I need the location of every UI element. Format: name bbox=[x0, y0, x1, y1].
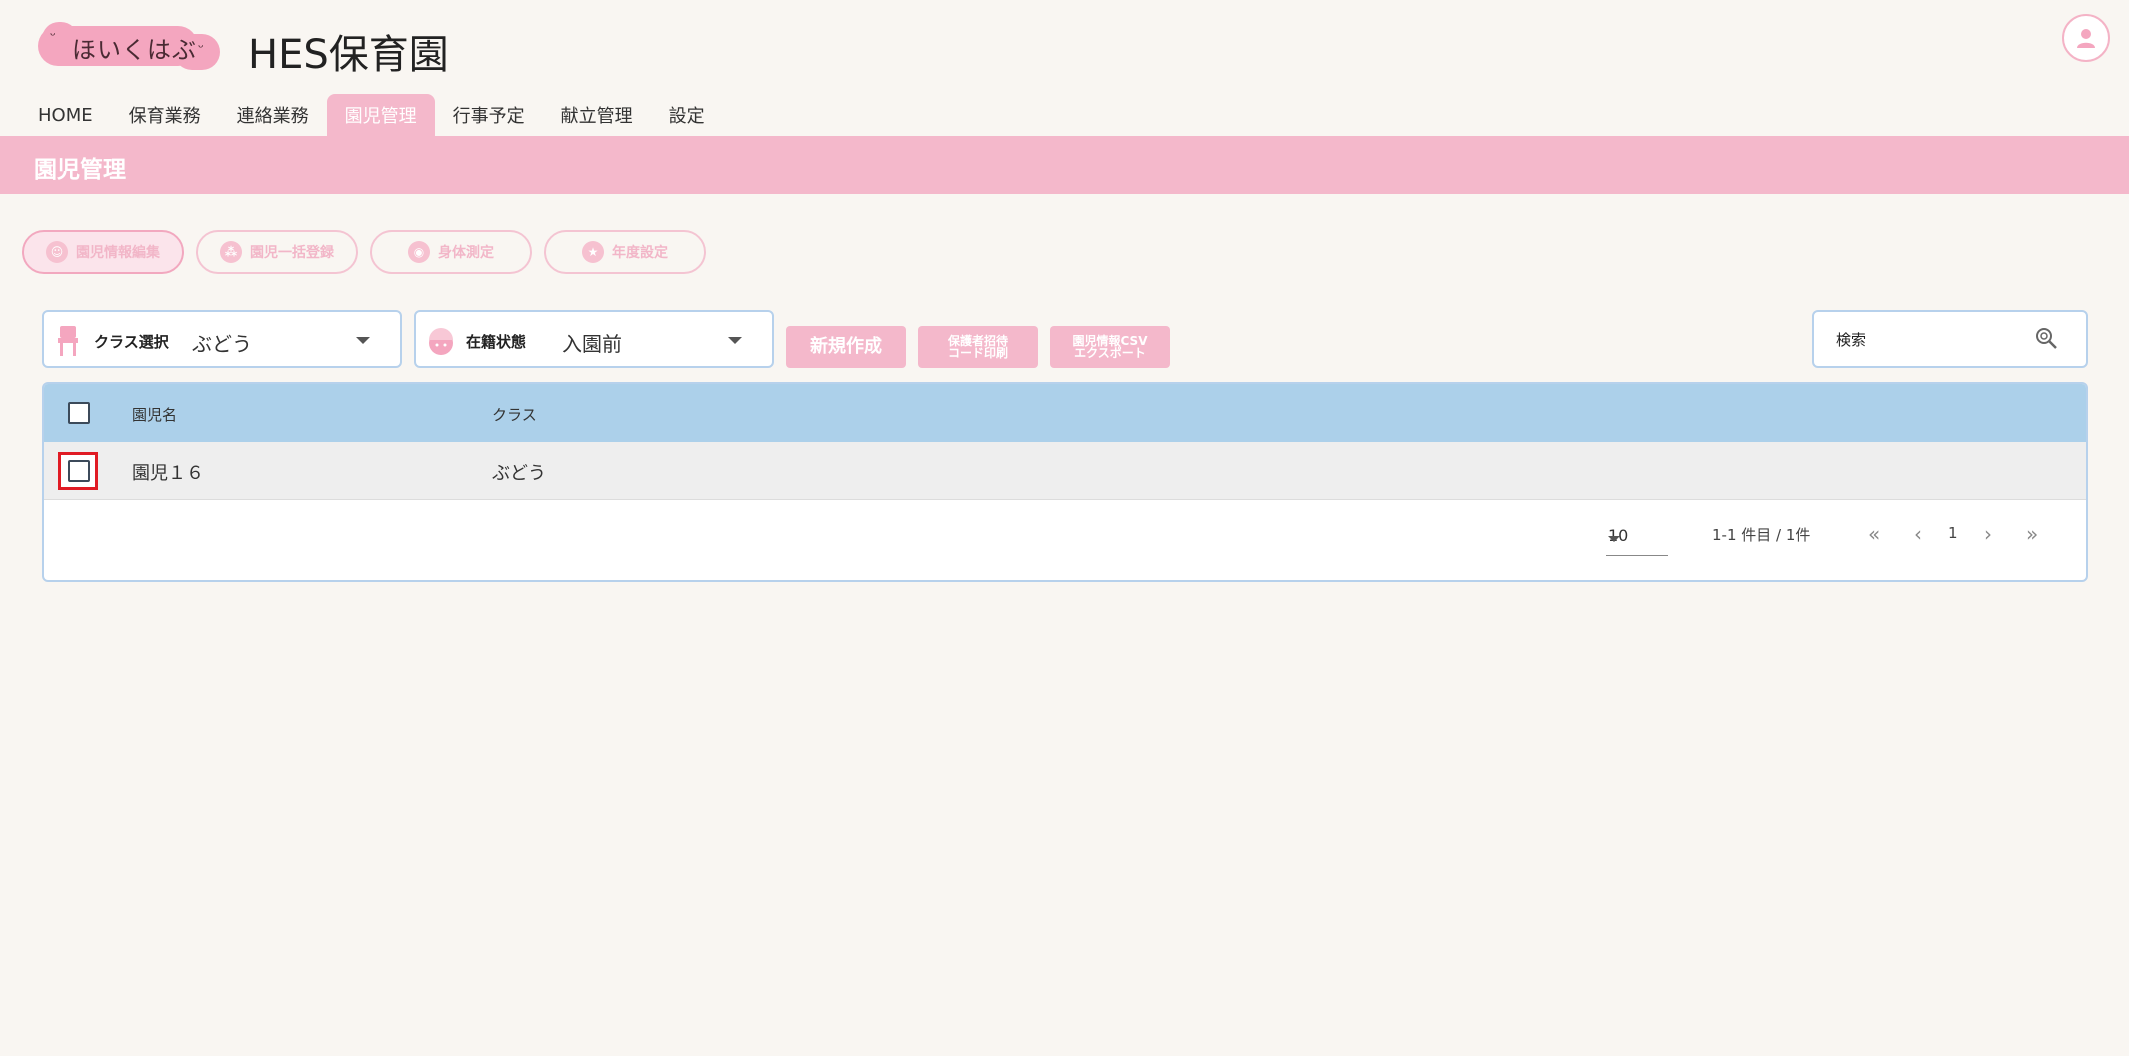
button-label-line: コード印刷 bbox=[947, 346, 1008, 360]
logo-text: ほいくはぶ bbox=[72, 36, 197, 64]
tab-child-management[interactable]: 園児管理 bbox=[326, 94, 435, 136]
create-new-button[interactable]: 新規作成 bbox=[786, 326, 906, 368]
tab-childcare[interactable]: 保育業務 bbox=[111, 94, 219, 136]
children-table: 園児名 クラス 園児１６ ぶどう 10 1-1 件目 / 1件 « ‹ 1 › … bbox=[42, 382, 2088, 582]
child-hat-icon bbox=[429, 328, 453, 355]
chevron-down-icon bbox=[728, 337, 742, 344]
column-header-class[interactable]: クラス bbox=[492, 404, 537, 425]
app-title: HES保育園 bbox=[248, 32, 449, 78]
pagination-range: 1-1 件目 / 1件 bbox=[1712, 526, 1811, 544]
main-nav: HOME 保育業務 連絡業務 園児管理 行事予定 献立管理 設定 bbox=[20, 94, 723, 136]
subnav-year-settings[interactable]: ★ 年度設定 bbox=[544, 230, 706, 274]
enrollment-status-label: 在籍状態 bbox=[466, 333, 527, 351]
search-field[interactable] bbox=[1812, 310, 2088, 368]
subnav-child-info-edit[interactable]: ☺ 園児情報編集 bbox=[22, 230, 184, 274]
enrollment-status-value: 入園前 bbox=[562, 332, 622, 356]
current-page-number: 1 bbox=[1948, 524, 1958, 542]
tab-home[interactable]: HOME bbox=[20, 94, 111, 136]
tab-settings[interactable]: 設定 bbox=[651, 94, 723, 136]
logo-face-icon: ᵕ bbox=[198, 40, 204, 56]
tab-menu[interactable]: 献立管理 bbox=[543, 94, 651, 136]
cell-class: ぶどう bbox=[492, 463, 546, 484]
table-row[interactable]: 園児１６ ぶどう bbox=[44, 442, 2086, 500]
sub-navigation: ☺ 園児情報編集 ⁂ 園児一括登録 ◉ 身体測定 ★ 年度設定 bbox=[22, 230, 706, 274]
child-face-icon: ☺ bbox=[46, 241, 68, 263]
user-icon bbox=[2077, 29, 2095, 48]
subnav-bulk-register[interactable]: ⁂ 園児一括登録 bbox=[196, 230, 358, 274]
subnav-label: 身体測定 bbox=[438, 245, 494, 261]
next-page-icon[interactable]: › bbox=[1984, 522, 1992, 546]
app-logo[interactable]: ᵕ ᵕ ほいくはぶ bbox=[38, 22, 222, 70]
enrollment-status-select[interactable]: 在籍状態 入園前 bbox=[414, 310, 774, 368]
class-select-label: クラス選択 bbox=[94, 333, 169, 351]
measure-icon: ◉ bbox=[408, 241, 430, 263]
rows-per-page-select[interactable]: 10 bbox=[1606, 524, 1668, 556]
group-icon: ⁂ bbox=[220, 241, 242, 263]
subnav-label: 園児情報編集 bbox=[76, 245, 160, 261]
cell-child-name: 園児１６ bbox=[132, 463, 204, 484]
class-select[interactable]: クラス選択 ぶどう bbox=[42, 310, 402, 368]
select-all-checkbox[interactable] bbox=[68, 402, 90, 424]
subnav-body-measurement[interactable]: ◉ 身体測定 bbox=[370, 230, 532, 274]
chevron-down-icon bbox=[1608, 536, 1620, 542]
tab-events[interactable]: 行事予定 bbox=[435, 94, 543, 136]
app-header: ᵕ ᵕ ほいくはぶ HES保育園 bbox=[0, 0, 2129, 92]
last-page-icon[interactable]: » bbox=[2026, 522, 2038, 546]
prev-page-icon[interactable]: ‹ bbox=[1914, 522, 1922, 546]
page-title-band: 園児管理 bbox=[0, 136, 2129, 194]
star-icon: ★ bbox=[582, 241, 604, 263]
button-label-line: エクスポート bbox=[1074, 346, 1146, 360]
tab-communication[interactable]: 連絡業務 bbox=[219, 94, 327, 136]
print-invite-code-button[interactable]: 保護者招待 コード印刷 bbox=[918, 326, 1038, 368]
subnav-label: 園児一括登録 bbox=[250, 245, 334, 261]
chevron-down-icon bbox=[356, 337, 370, 344]
row-checkbox[interactable] bbox=[68, 460, 90, 482]
search-icon[interactable] bbox=[2034, 326, 2058, 350]
logo-face-icon: ᵕ bbox=[50, 28, 56, 44]
page-title: 園児管理 bbox=[34, 157, 126, 183]
export-csv-button[interactable]: 園児情報CSV エクスポート bbox=[1050, 326, 1170, 368]
user-account-button[interactable] bbox=[2062, 14, 2110, 62]
subnav-label: 年度設定 bbox=[612, 245, 668, 261]
first-page-icon[interactable]: « bbox=[1868, 522, 1880, 546]
chair-icon bbox=[58, 326, 78, 356]
table-header: 園児名 クラス bbox=[44, 384, 2086, 442]
search-input[interactable] bbox=[1836, 328, 2036, 352]
class-select-value: ぶどう bbox=[192, 332, 252, 356]
column-header-name[interactable]: 園児名 bbox=[132, 404, 177, 425]
